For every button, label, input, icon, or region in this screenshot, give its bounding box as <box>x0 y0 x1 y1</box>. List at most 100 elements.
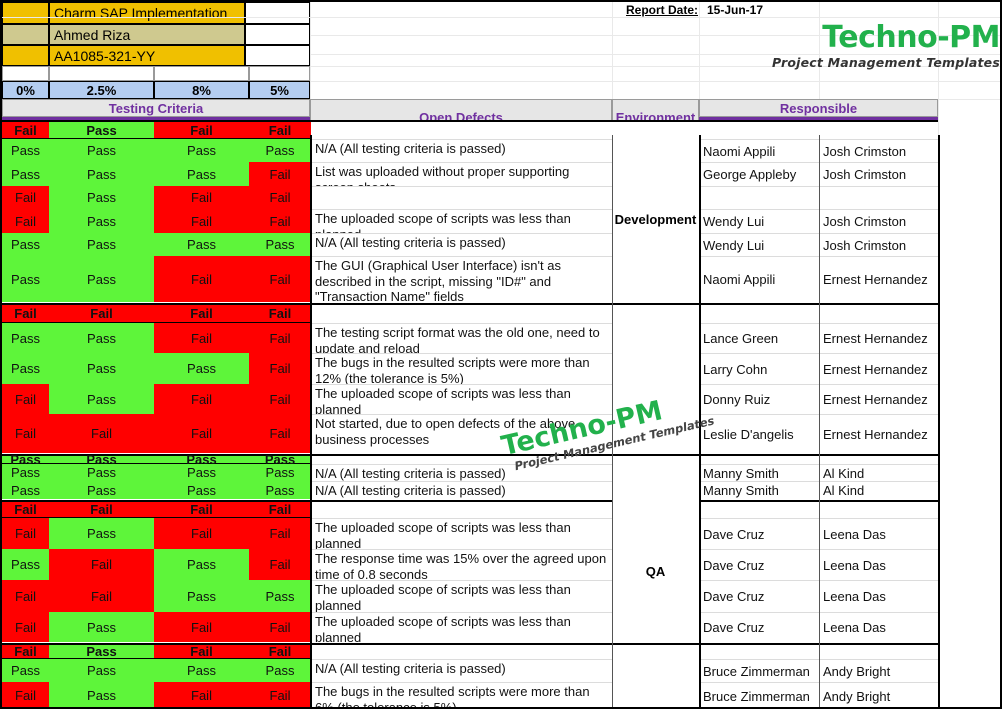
cell-developer[interactable]: Dave Cruz <box>699 612 819 642</box>
cell-open-defects[interactable] <box>311 186 612 209</box>
cell-response-time[interactable]: Fail <box>49 500 154 518</box>
cell-response-time[interactable]: Pass <box>49 481 154 499</box>
cell-testing-script[interactable]: Fail <box>154 323 249 353</box>
cell-developer[interactable]: Naomi Appili <box>699 139 819 162</box>
cell-bugs[interactable]: Pass <box>249 139 311 162</box>
cell-response-time[interactable]: Pass <box>49 682 154 707</box>
cell-scope[interactable]: Fail <box>2 682 49 707</box>
cell-scope[interactable]: Pass <box>2 481 49 499</box>
cell-developer[interactable]: Dave Cruz <box>699 549 819 580</box>
cell-open-defects[interactable] <box>311 454 612 464</box>
cell-testing-script[interactable]: Pass <box>154 481 249 499</box>
cell-developer[interactable] <box>699 120 819 139</box>
cell-scope[interactable]: Fail <box>2 186 49 209</box>
cell-bugs[interactable]: Pass <box>249 481 311 499</box>
cell-developer[interactable]: Donny Ruiz <box>699 384 819 414</box>
cell-bugs[interactable]: Pass <box>249 580 311 612</box>
cell-bugs[interactable]: Fail <box>249 323 311 353</box>
cell-developer[interactable]: Naomi Appili <box>699 256 819 302</box>
cell-bugs[interactable]: Fail <box>249 682 311 707</box>
cell-open-defects[interactable] <box>311 120 612 139</box>
cell-tester[interactable]: Ernest Hernandez <box>819 414 938 453</box>
cell-tester[interactable]: Ernest Hernandez <box>819 353 938 384</box>
cell-open-defects[interactable] <box>311 643 612 659</box>
cell-response-time[interactable]: Fail <box>49 549 154 580</box>
cell-scope[interactable]: Pass <box>2 452 49 467</box>
cell-tester[interactable] <box>819 500 938 518</box>
cell-testing-script[interactable]: Fail <box>154 209 249 233</box>
cell-tester[interactable] <box>819 120 938 139</box>
cell-scope[interactable]: Fail <box>2 384 49 414</box>
cell-developer[interactable] <box>699 186 819 209</box>
cell-developer[interactable]: Lance Green <box>699 323 819 353</box>
cell-developer[interactable]: George Appleby <box>699 162 819 186</box>
cell-response-time[interactable]: Pass <box>49 518 154 549</box>
cell-tester[interactable]: Ernest Hernandez <box>819 256 938 302</box>
cell-open-defects[interactable]: The uploaded scope of scripts was less t… <box>311 384 612 414</box>
cell-response-time[interactable]: Pass <box>49 139 154 162</box>
cell-developer[interactable]: Leslie D'angelis <box>699 414 819 453</box>
cell-response-time[interactable]: Fail <box>49 414 154 453</box>
cell-scope[interactable]: Fail <box>2 500 49 518</box>
cell-open-defects[interactable]: Not started, due to open defects of the … <box>311 414 612 453</box>
cell-open-defects[interactable]: List was uploaded without proper support… <box>311 162 612 186</box>
cell-open-defects[interactable]: The bugs in the resulted scripts were mo… <box>311 353 612 384</box>
cell-testing-script[interactable]: Fail <box>154 643 249 659</box>
cell-bugs[interactable]: Pass <box>249 464 311 481</box>
cell-response-time[interactable]: Pass <box>49 612 154 642</box>
cell-testing-script[interactable]: Fail <box>154 518 249 549</box>
cell-response-time[interactable]: Pass <box>49 162 154 186</box>
cell-tester[interactable]: Ernest Hernandez <box>819 323 938 353</box>
cell-testing-script[interactable]: Fail <box>154 186 249 209</box>
cell-testing-script[interactable]: Pass <box>154 549 249 580</box>
cell-tester[interactable] <box>819 303 938 323</box>
cell-developer[interactable] <box>699 454 819 464</box>
cell-developer[interactable]: Larry Cohn <box>699 353 819 384</box>
cell-bugs[interactable]: Pass <box>249 452 311 467</box>
cell-scope[interactable]: Fail <box>2 209 49 233</box>
cell-testing-script[interactable]: Fail <box>154 384 249 414</box>
cell-response-time[interactable]: Fail <box>49 303 154 323</box>
cell-tester[interactable]: Josh Crimston <box>819 162 938 186</box>
cell-open-defects[interactable]: N/A (All testing criteria is passed) <box>311 233 612 256</box>
cell-testing-script[interactable]: Fail <box>154 256 249 302</box>
cell-bugs[interactable]: Pass <box>249 659 311 682</box>
cell-open-defects[interactable] <box>311 303 612 323</box>
cell-open-defects[interactable] <box>311 500 612 518</box>
cell-testing-script[interactable]: Pass <box>154 452 249 467</box>
cell-scope[interactable]: Fail <box>2 580 49 612</box>
cell-testing-script[interactable]: Fail <box>154 612 249 642</box>
cell-scope[interactable]: Pass <box>2 256 49 302</box>
cell-open-defects[interactable]: The response time was 15% over the agree… <box>311 549 612 580</box>
cell-testing-script[interactable]: Pass <box>154 580 249 612</box>
cell-response-time[interactable]: Pass <box>49 256 154 302</box>
cell-scope[interactable]: Fail <box>2 643 49 659</box>
cell-tester[interactable] <box>819 186 938 209</box>
cell-bugs[interactable]: Fail <box>249 384 311 414</box>
cell-testing-script[interactable]: Pass <box>154 233 249 256</box>
cell-developer[interactable]: Bruce Zimmerman <box>699 659 819 682</box>
cell-bugs[interactable]: Fail <box>249 549 311 580</box>
cell-tester[interactable]: Josh Crimston <box>819 209 938 233</box>
cell-response-time[interactable]: Pass <box>49 209 154 233</box>
cell-bugs[interactable]: Fail <box>249 518 311 549</box>
cell-tester[interactable]: Josh Crimston <box>819 139 938 162</box>
cell-developer[interactable] <box>699 500 819 518</box>
cell-bugs[interactable]: Fail <box>249 414 311 453</box>
cell-scope[interactable]: Pass <box>2 659 49 682</box>
cell-tester[interactable]: Leena Das <box>819 518 938 549</box>
cell-bugs[interactable]: Pass <box>249 233 311 256</box>
cell-tester[interactable]: Andy Bright <box>819 682 938 707</box>
cell-open-defects[interactable]: The uploaded scope of scripts was less t… <box>311 209 612 233</box>
cell-tester[interactable]: Leena Das <box>819 549 938 580</box>
cell-open-defects[interactable]: N/A (All testing criteria is passed) <box>311 659 612 682</box>
cell-open-defects[interactable]: N/A (All testing criteria is passed) <box>311 139 612 162</box>
cell-testing-script[interactable]: Fail <box>154 682 249 707</box>
cell-tester[interactable]: Andy Bright <box>819 659 938 682</box>
cell-scope[interactable]: Pass <box>2 139 49 162</box>
cell-response-time[interactable]: Pass <box>49 353 154 384</box>
cell-testing-script[interactable]: Pass <box>154 353 249 384</box>
cell-developer[interactable]: Manny Smith <box>699 464 819 481</box>
cell-bugs[interactable]: Fail <box>249 643 311 659</box>
cell-scope[interactable]: Pass <box>2 549 49 580</box>
